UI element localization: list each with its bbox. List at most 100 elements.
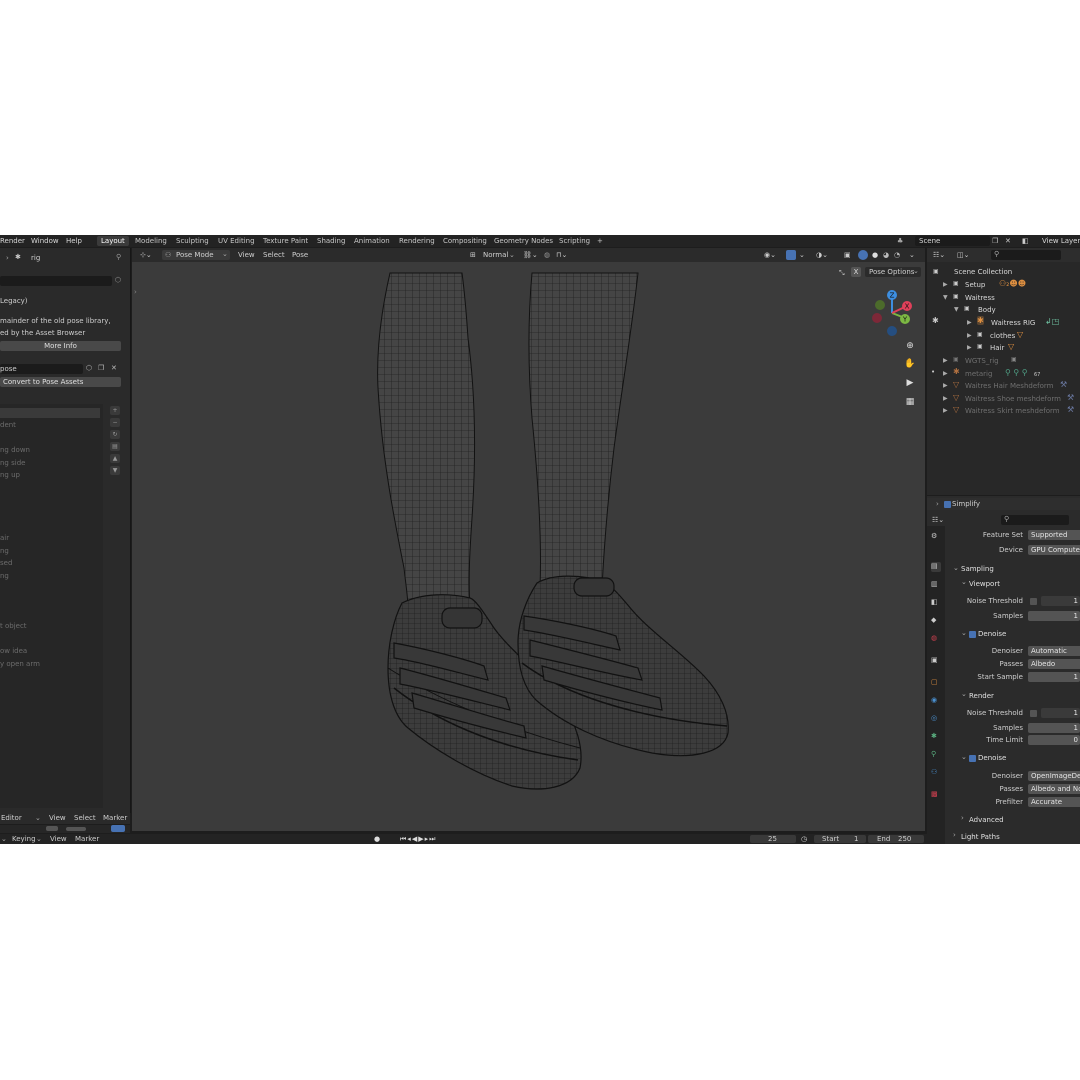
pan-hand-icon[interactable]: ✋ xyxy=(904,358,916,370)
pin-icon[interactable]: ⚲ xyxy=(116,253,121,261)
navigation-gizmo[interactable]: Z X Y xyxy=(867,288,917,338)
tab-texture-paint[interactable]: Texture Paint xyxy=(259,236,312,246)
list-item[interactable]: air xyxy=(0,534,9,542)
tool-tab-icon[interactable]: ⚙ xyxy=(931,532,941,542)
outliner-row-hair[interactable]: Hair xyxy=(990,344,1004,352)
expand-triangle-icon[interactable]: ▶ xyxy=(967,319,972,326)
denoise-render-checkbox[interactable] xyxy=(969,755,976,762)
tab-scripting[interactable]: Scripting xyxy=(555,236,594,246)
perspective-grid-icon[interactable]: ▦ xyxy=(904,396,916,408)
fake-user-icon[interactable]: ⬡ xyxy=(86,364,92,372)
rendered-shading-icon[interactable]: ◔ xyxy=(894,251,900,259)
tab-sculpting[interactable]: Sculpting xyxy=(172,236,213,246)
camera-icon[interactable]: ▶ xyxy=(904,377,916,389)
pose-library-field[interactable]: pose xyxy=(0,364,83,374)
tab-modeling[interactable]: Modeling xyxy=(131,236,171,246)
noise-threshold-field[interactable]: 1 xyxy=(1041,596,1080,606)
editor-type-icon[interactable]: ☷⌄ xyxy=(932,516,944,524)
prefilter-dropdown[interactable]: Accurate xyxy=(1028,797,1080,807)
chevron-down-icon[interactable]: ⌄ xyxy=(799,251,805,259)
expand-triangle-icon[interactable]: ▶ xyxy=(967,344,972,351)
list-item[interactable]: sed xyxy=(0,559,12,567)
texture-tab-icon[interactable]: ▩ xyxy=(931,790,941,800)
filter-icon[interactable]: ◫⌄ xyxy=(957,251,969,259)
simplify-checkbox[interactable] xyxy=(944,501,951,508)
outliner-row-clothes[interactable]: clothes xyxy=(990,332,1015,340)
physics-tab-icon[interactable]: ✱ xyxy=(931,732,941,742)
outliner-search-input[interactable]: ⚲ xyxy=(991,250,1061,260)
record-icon[interactable]: ● xyxy=(374,835,380,843)
passes-dropdown[interactable]: Albedo xyxy=(1028,659,1080,669)
dopesheet-strip[interactable] xyxy=(0,825,130,833)
outliner-row-shoe-meshdeform[interactable]: Waitress Shoe meshdeform xyxy=(965,395,1061,403)
outliner-row-wgts-rig[interactable]: WGTS_rig xyxy=(965,357,999,365)
display-mode-icon[interactable]: ☷⌄ xyxy=(933,251,945,259)
list-item[interactable]: t object xyxy=(0,622,27,630)
list-item[interactable]: ow idea xyxy=(0,647,27,655)
noise-threshold-checkbox[interactable] xyxy=(1030,598,1037,605)
sanitize-icon[interactable]: ▤ xyxy=(110,442,120,451)
list-item[interactable]: ng side xyxy=(0,459,25,467)
xray-icon[interactable]: ▣ xyxy=(844,251,851,259)
toolbar-expand-icon[interactable]: › xyxy=(134,288,137,296)
pose-options-dropdown[interactable]: Pose Options ⌄ xyxy=(865,267,921,277)
object-tab-icon[interactable]: ▢ xyxy=(931,678,941,688)
constraints-tab-icon[interactable]: ⚲ xyxy=(931,750,941,760)
editor-type-dropdown[interactable]: Editor xyxy=(1,814,22,822)
editor-type-icon[interactable]: ⊹⌄ xyxy=(140,251,152,259)
viewport-subsection[interactable]: Viewport xyxy=(969,580,1000,588)
keyframe-filter-icon[interactable] xyxy=(46,826,58,831)
start-frame-field[interactable]: Start 1 xyxy=(814,835,866,843)
gizmo-toggle-icon[interactable] xyxy=(786,250,796,260)
tab-compositing[interactable]: Compositing xyxy=(439,236,491,246)
list-item[interactable]: ng xyxy=(0,547,9,555)
scene-tab-icon[interactable]: ◆ xyxy=(931,616,941,626)
viewport-view-menu[interactable]: View xyxy=(238,251,255,259)
current-frame-indicator[interactable] xyxy=(111,825,125,832)
list-item[interactable]: ng up xyxy=(0,471,20,479)
list-item[interactable]: y open arm xyxy=(0,660,40,668)
list-item-selected[interactable] xyxy=(0,408,100,418)
outliner-row-metarig[interactable]: metarig xyxy=(965,370,992,378)
tab-shading[interactable]: Shading xyxy=(313,236,349,246)
transform-icon[interactable]: ⤡ xyxy=(839,269,845,278)
list-item[interactable]: dent xyxy=(0,421,16,429)
denoiser-dropdown[interactable]: Automatic xyxy=(1028,646,1080,656)
orientation-dropdown[interactable]: Normal xyxy=(483,251,508,259)
expand-triangle-icon[interactable]: ▶ xyxy=(943,370,948,377)
shield-icon[interactable]: ⬡ xyxy=(115,276,121,284)
tab-animation[interactable]: Animation xyxy=(350,236,394,246)
feature-set-dropdown[interactable]: Supported xyxy=(1028,530,1080,540)
legacy-header[interactable]: Legacy) xyxy=(0,297,28,305)
expand-triangle-icon[interactable]: ▶ xyxy=(943,281,948,288)
clock-icon[interactable]: ◷ xyxy=(801,835,807,843)
apply-pose-icon[interactable]: ↻ xyxy=(110,430,120,439)
unlink-icon[interactable]: ✕ xyxy=(111,364,117,372)
simplify-header[interactable]: › Simplify xyxy=(927,498,1080,510)
armature-data-field[interactable] xyxy=(0,276,112,286)
samples-field[interactable]: 1 xyxy=(1028,611,1080,621)
time-limit-field[interactable]: 0 xyxy=(1028,735,1080,745)
viewport-select-menu[interactable]: Select xyxy=(263,251,285,259)
remove-pose-button[interactable]: − xyxy=(110,418,120,427)
tab-layout[interactable]: Layout xyxy=(97,236,129,246)
add-pose-button[interactable]: + xyxy=(110,406,120,415)
dopesheet-select-menu[interactable]: Select xyxy=(74,814,96,822)
mode-selector[interactable]: ⚇ Pose Mode ⌄ xyxy=(162,250,230,260)
sampling-section[interactable]: Sampling xyxy=(961,565,994,573)
move-up-icon[interactable]: ▲ xyxy=(110,454,120,463)
view-layer-name[interactable]: View Layer xyxy=(1042,237,1080,245)
menu-window[interactable]: Window xyxy=(31,237,59,245)
expand-triangle-icon[interactable]: ▶ xyxy=(943,357,948,364)
current-frame-field[interactable]: 25 xyxy=(750,835,796,843)
advanced-subsection[interactable]: Advanced xyxy=(969,816,1004,824)
passes-render-dropdown[interactable]: Albedo and Nor xyxy=(1028,784,1080,794)
timeline-view-menu[interactable]: View xyxy=(50,835,67,843)
denoise-viewport-checkbox[interactable] xyxy=(969,631,976,638)
end-frame-field[interactable]: End 250 xyxy=(868,835,924,843)
collapse-triangle-icon[interactable]: ▼ xyxy=(943,294,948,301)
outliner-row-scene-collection[interactable]: Scene Collection xyxy=(954,268,1012,276)
list-item[interactable]: ng xyxy=(0,572,9,580)
expand-triangle-icon[interactable]: ▶ xyxy=(943,395,948,402)
expand-triangle-icon[interactable]: ▶ xyxy=(943,407,948,414)
